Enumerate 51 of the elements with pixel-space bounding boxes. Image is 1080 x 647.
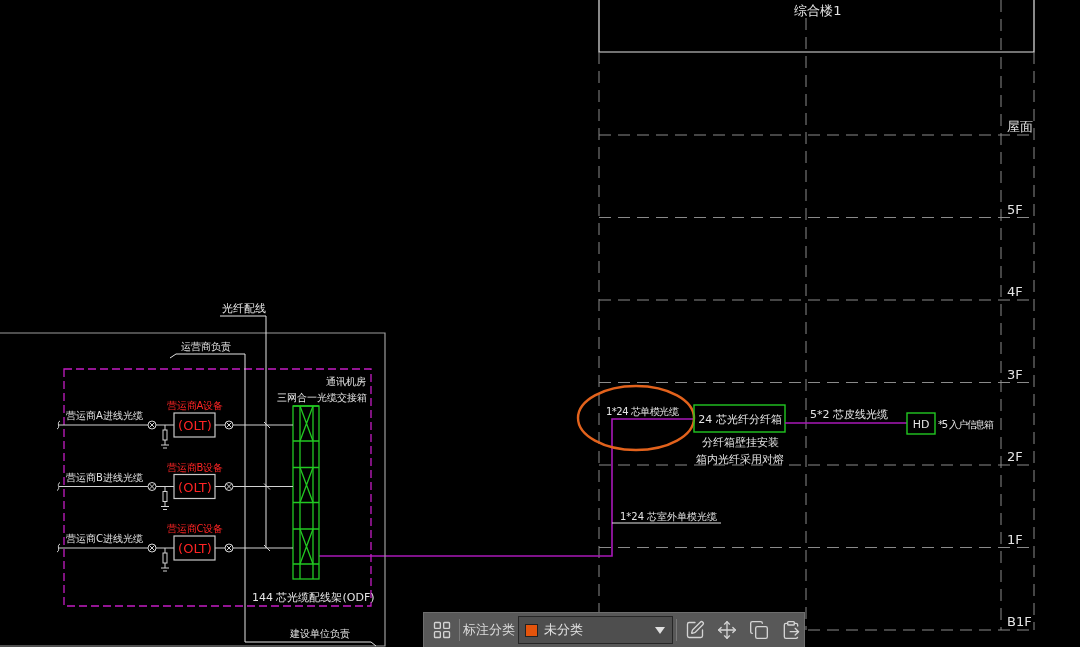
category-dropdown[interactable]: 未分类 bbox=[518, 616, 673, 644]
cable-label: 1*24 芯室外单模光缆 bbox=[620, 511, 718, 522]
home-box bbox=[906, 412, 936, 435]
building-title: 综合楼1 bbox=[794, 3, 842, 18]
note-text: 分纤箱壁挂安装 bbox=[701, 436, 779, 449]
device-type-label: (OLT) bbox=[178, 418, 212, 433]
ground-icon bbox=[160, 424, 170, 449]
olt-box bbox=[173, 535, 216, 561]
device-label: 营运商B设备 bbox=[166, 461, 224, 473]
floor-label: 3F bbox=[1007, 366, 1023, 382]
ground-icon bbox=[160, 486, 170, 510]
connector-icon bbox=[147, 420, 157, 430]
edit-icon bbox=[684, 620, 705, 640]
grid-icon bbox=[432, 620, 452, 640]
note-text: 箱内光纤采用对熔 bbox=[696, 453, 784, 466]
floor-label: 屋面 bbox=[1007, 119, 1033, 134]
box-label: HD bbox=[912, 418, 930, 431]
box-label: 24 芯光纤分纤箱 bbox=[698, 413, 782, 426]
scope-label: 运营商负责 bbox=[181, 341, 231, 352]
olt-box bbox=[173, 473, 216, 500]
floor-label: 2F bbox=[1007, 449, 1023, 464]
caret-icon bbox=[655, 626, 665, 634]
cable-label: 营运商A进线光缆 bbox=[66, 410, 143, 421]
cross-connect-label: 三网合一光缆交接箱 bbox=[277, 392, 367, 403]
floor-label: 1F bbox=[1007, 531, 1023, 547]
connector-icon bbox=[147, 482, 157, 491]
connector-icon bbox=[224, 543, 234, 553]
fiber-label: 光纤配线 bbox=[222, 302, 266, 315]
connector-icon bbox=[147, 543, 157, 553]
note-text: *5 入户信息箱 bbox=[938, 419, 993, 430]
move-icon bbox=[716, 620, 737, 640]
floor-label: 4F bbox=[1007, 284, 1023, 299]
scope-label: 建设单位负责 bbox=[290, 628, 350, 639]
connector-icon bbox=[224, 482, 234, 491]
device-type-label: (OLT) bbox=[178, 541, 212, 556]
device-label: 营运商C设备 bbox=[166, 523, 224, 534]
connector-icon bbox=[224, 420, 234, 430]
cable-label: 1*24 芯单模光缆 bbox=[606, 406, 679, 417]
room-label: 通讯机房 bbox=[326, 376, 366, 387]
ground-icon bbox=[160, 547, 170, 572]
cable-label: 5*2 芯皮线光缆 bbox=[810, 408, 888, 421]
cable-label: 营运商C进线光缆 bbox=[66, 533, 143, 544]
category-label: 标注分类 bbox=[463, 621, 515, 639]
floor-label: 5F bbox=[1007, 201, 1023, 217]
floor-label: B1F bbox=[1007, 614, 1032, 629]
device-label: 营运商A设备 bbox=[166, 400, 224, 411]
olt-box bbox=[173, 412, 216, 438]
device-type-label: (OLT) bbox=[178, 479, 212, 495]
odf-label: 144 芯光缆配线架(ODF) bbox=[252, 591, 375, 604]
cable-label: 营运商B进线光缆 bbox=[66, 471, 143, 483]
copy-icon bbox=[748, 620, 769, 640]
